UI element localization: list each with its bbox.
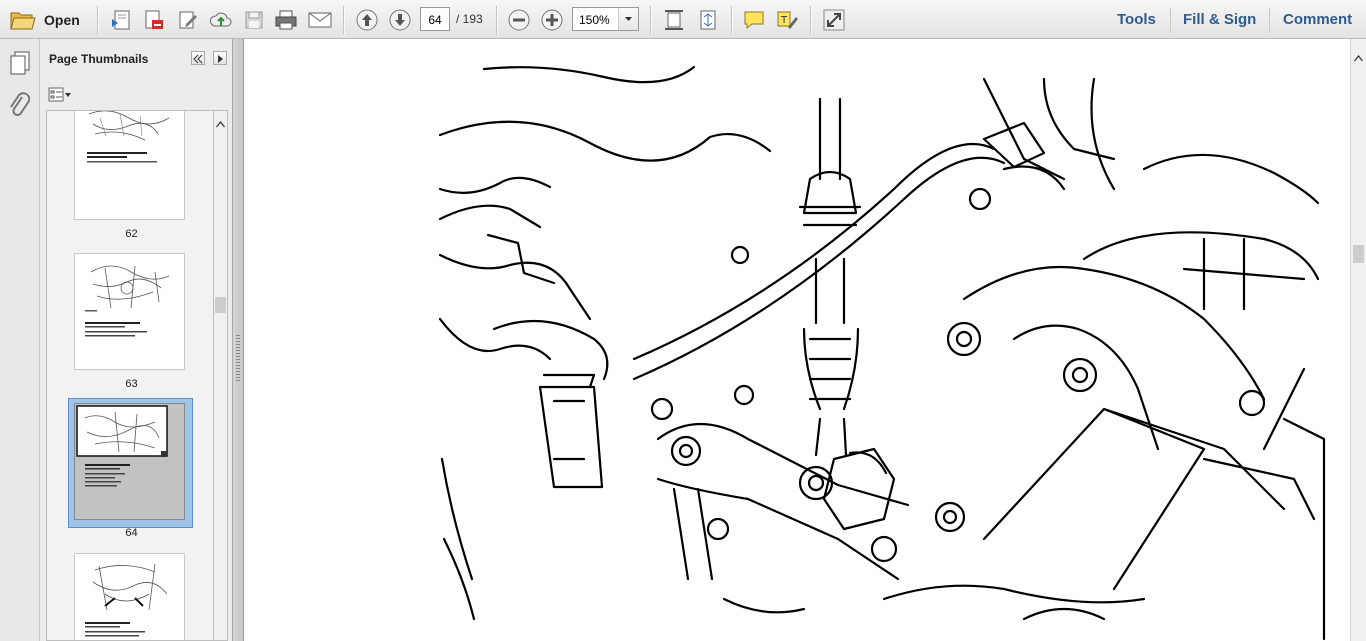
document-scrollbar[interactable] (1350, 39, 1366, 641)
chevron-down-icon[interactable] (618, 8, 638, 30)
main-toolbar: Open 64 / 193 150% T Tools Fill & Sign C… (0, 0, 1366, 39)
scroll-up-icon[interactable] (216, 115, 225, 133)
export-pdf-icon[interactable] (141, 7, 167, 33)
toolbar-separator (97, 6, 99, 34)
toolbar-separator (731, 6, 733, 34)
thumbnail-page[interactable] (74, 111, 185, 220)
tools-button[interactable]: Tools (1117, 11, 1156, 28)
page-thumbnails-panel: Page Thumbnails 62 63 64 (40, 39, 232, 641)
panel-splitter[interactable] (232, 39, 244, 641)
zoom-out-icon[interactable] (506, 7, 532, 33)
print-icon[interactable] (273, 7, 299, 33)
thumbnail-scrollbar[interactable] (213, 110, 228, 641)
splitter-grip[interactable] (236, 335, 240, 383)
panel-title: Page Thumbnails (49, 52, 149, 66)
thumbnail-page[interactable] (74, 253, 185, 370)
navigation-rail (0, 39, 40, 641)
collapse-panel-icon[interactable] (191, 51, 205, 65)
toolbar-separator (650, 6, 652, 34)
toolbar-separator (810, 6, 812, 34)
zoom-in-icon[interactable] (539, 7, 565, 33)
full-screen-icon[interactable] (821, 7, 847, 33)
engine-line-drawing (438, 65, 1326, 641)
svg-text:T: T (780, 15, 788, 26)
paperclip-icon[interactable] (8, 91, 31, 124)
thumbnail-label: 63 (125, 378, 138, 390)
scrollbar-thumb[interactable] (215, 297, 226, 313)
open-folder-icon[interactable] (9, 7, 37, 33)
page-total: / 193 (456, 12, 483, 26)
zoom-level-select[interactable]: 150% (572, 7, 639, 31)
create-pdf-icon[interactable] (108, 7, 134, 33)
thumbnail-page[interactable] (74, 403, 185, 520)
previous-page-icon[interactable] (354, 7, 380, 33)
highlight-text-icon[interactable]: T (774, 7, 800, 33)
toolbar-separator (1269, 7, 1270, 33)
page-thumbnails-icon[interactable] (7, 50, 33, 81)
page-number-input[interactable]: 64 (420, 7, 450, 31)
zoom-level-value: 150% (579, 13, 610, 27)
scroll-up-icon[interactable] (1354, 49, 1363, 67)
scrollbar-thumb[interactable] (1353, 245, 1364, 263)
comment-button[interactable]: Comment (1283, 11, 1352, 28)
next-page-icon[interactable] (387, 7, 413, 33)
fit-page-icon[interactable] (695, 7, 721, 33)
cloud-upload-icon[interactable] (208, 7, 234, 33)
edit-pdf-icon[interactable] (175, 7, 201, 33)
fill-sign-button[interactable]: Fill & Sign (1183, 11, 1256, 28)
save-icon[interactable] (241, 7, 267, 33)
toolbar-separator (496, 6, 498, 34)
thumbnail-options-icon[interactable] (48, 87, 72, 103)
open-button[interactable]: Open (44, 12, 80, 28)
thumbnail-page[interactable] (74, 553, 185, 640)
thumbnail-label: 64 (125, 527, 138, 539)
thumbnail-list: 62 63 64 (46, 110, 213, 641)
document-view[interactable] (244, 39, 1350, 641)
toolbar-separator (343, 6, 345, 34)
fit-width-icon[interactable] (661, 7, 687, 33)
email-icon[interactable] (307, 7, 333, 33)
thumbnail-label: 62 (125, 228, 138, 240)
toolbar-separator (1170, 7, 1171, 33)
sticky-note-icon[interactable] (741, 7, 767, 33)
expand-arrow-icon[interactable] (213, 51, 227, 65)
